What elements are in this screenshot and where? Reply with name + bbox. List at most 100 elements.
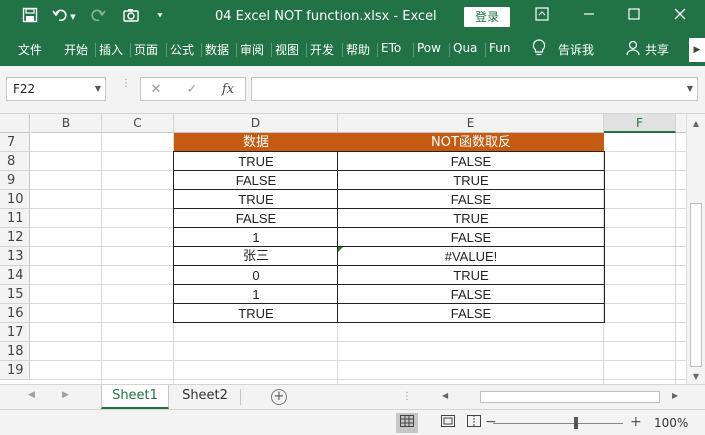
zoom-slider-track[interactable] — [493, 423, 623, 424]
tab-view[interactable]: 视图 — [275, 41, 299, 58]
cell-d7-header[interactable]: 数据 — [174, 133, 338, 152]
sheet-tab-sheet2[interactable]: Sheet2 — [171, 385, 239, 409]
tab-etool[interactable]: ETo — [381, 41, 411, 55]
horizontal-scrollbar[interactable]: ◀ ▶ — [410, 390, 685, 405]
row-header-18[interactable]: 18 — [0, 342, 30, 361]
cell-d8[interactable]: TRUE — [174, 152, 338, 171]
insert-function-icon[interactable]: fx — [217, 80, 239, 100]
formula-bar-grip-icon[interactable]: ⋮ — [121, 79, 131, 97]
column-header-g[interactable] — [676, 114, 686, 133]
zoom-slider-thumb[interactable] — [574, 417, 578, 429]
tab-help[interactable]: 帮助 — [346, 41, 370, 58]
cell-d9[interactable]: FALSE — [174, 171, 338, 190]
expand-formula-bar-icon[interactable]: ▼ — [687, 84, 693, 93]
scroll-left-icon[interactable]: ◀ — [442, 391, 448, 400]
minimize-icon[interactable] — [579, 7, 599, 27]
column-header-d[interactable]: D — [174, 114, 338, 133]
camera-icon[interactable] — [121, 7, 141, 27]
cell-e9[interactable]: TRUE — [338, 171, 604, 190]
row-header-11[interactable]: 11 — [0, 209, 30, 228]
cell-e11[interactable]: TRUE — [338, 209, 604, 228]
name-box[interactable]: F22 ▼ — [6, 77, 106, 101]
zoom-in-icon[interactable]: + — [630, 414, 642, 430]
row-header-9[interactable]: 9 — [0, 171, 30, 190]
maximize-icon[interactable] — [624, 7, 644, 27]
prev-sheet-icon[interactable]: ◀ — [28, 390, 35, 400]
column-header-c[interactable]: C — [102, 114, 174, 133]
tab-insert[interactable]: 插入 — [99, 41, 123, 58]
select-all-corner[interactable] — [0, 114, 30, 133]
cancel-icon[interactable]: ✕ — [145, 80, 167, 100]
cell-e13[interactable]: #VALUE! — [338, 247, 604, 266]
cell-e15[interactable]: FALSE — [338, 285, 604, 304]
page-break-view-icon[interactable] — [463, 413, 485, 433]
undo-dropdown-icon[interactable]: ▼ — [68, 7, 78, 27]
lightbulb-icon[interactable] — [532, 39, 546, 60]
customize-toolbar-icon[interactable]: ⯆ — [150, 7, 170, 27]
column-header-f[interactable]: F — [604, 114, 676, 133]
scroll-right-icon[interactable]: ▶ — [672, 391, 678, 400]
page-layout-view-icon[interactable] — [437, 413, 459, 433]
ribbon-scroll-right-icon[interactable]: ▶ — [689, 38, 705, 62]
row-header-12[interactable]: 12 — [0, 228, 30, 247]
cell-e8[interactable]: FALSE — [338, 152, 604, 171]
row-header-8[interactable]: 8 — [0, 152, 30, 171]
tab-quant[interactable]: Qua — [453, 41, 483, 55]
close-icon[interactable] — [670, 7, 690, 27]
tab-page-layout[interactable]: 页面 — [134, 41, 164, 58]
ribbon-display-options-icon[interactable] — [532, 7, 552, 27]
row-header-10[interactable]: 10 — [0, 190, 30, 209]
cell-e16[interactable]: FALSE — [338, 304, 604, 323]
cell-e10[interactable]: FALSE — [338, 190, 604, 209]
zoom-level[interactable]: 100% — [654, 416, 688, 430]
tell-me-search[interactable]: 告诉我 — [558, 41, 594, 58]
cell-d15[interactable]: 1 — [174, 285, 338, 304]
formula-input[interactable]: ▼ — [251, 77, 698, 101]
vertical-scroll-thumb[interactable] — [690, 203, 702, 367]
row-header-7[interactable]: 7 — [0, 133, 30, 152]
row-header-19[interactable]: 19 — [0, 361, 30, 380]
add-sheet-icon[interactable]: + — [271, 389, 287, 405]
row-header-16[interactable]: 16 — [0, 304, 30, 323]
tab-data[interactable]: 数据 — [205, 41, 229, 58]
save-icon[interactable] — [20, 7, 40, 27]
column-header-e[interactable]: E — [338, 114, 604, 133]
chevron-down-icon[interactable]: ▼ — [95, 78, 101, 100]
tab-power[interactable]: Pow — [417, 41, 447, 55]
scroll-up-icon[interactable]: ▲ — [688, 117, 704, 131]
cell-d10[interactable]: TRUE — [174, 190, 338, 209]
cell-d13[interactable]: 张三 — [174, 247, 338, 266]
sheet-tab-sheet1[interactable]: Sheet1 — [101, 385, 169, 409]
row-header-13[interactable]: 13 — [0, 247, 30, 266]
cell-d16[interactable]: TRUE — [174, 304, 338, 323]
tab-review[interactable]: 审阅 — [240, 41, 264, 58]
vertical-scrollbar[interactable]: ▲ ▼ — [686, 114, 705, 384]
row-header-14[interactable]: 14 — [0, 266, 30, 285]
scroll-down-icon[interactable]: ▼ — [688, 370, 704, 384]
tab-file[interactable]: 文件 — [18, 41, 42, 58]
error-indicator-icon[interactable] — [338, 247, 343, 252]
tab-developer[interactable]: 开发 — [310, 41, 340, 58]
undo-icon[interactable] — [50, 7, 70, 27]
share-button[interactable]: 共享 — [645, 41, 669, 58]
row-header-15[interactable]: 15 — [0, 285, 30, 304]
zoom-out-icon[interactable]: − — [485, 414, 497, 430]
cell-e7-header[interactable]: NOT函数取反 — [338, 133, 604, 152]
normal-view-icon[interactable] — [396, 413, 418, 433]
horizontal-scroll-thumb[interactable] — [480, 391, 660, 403]
enter-icon[interactable]: ✓ — [181, 80, 203, 100]
row-header-17[interactable]: 17 — [0, 323, 30, 342]
next-sheet-icon[interactable]: ▶ — [62, 390, 69, 400]
redo-icon[interactable] — [88, 7, 108, 27]
tab-funfun[interactable]: Fun — [489, 41, 519, 55]
column-header-b[interactable]: B — [31, 114, 102, 133]
cell-d12[interactable]: 1 — [174, 228, 338, 247]
tab-formulas[interactable]: 公式 — [170, 41, 194, 58]
cell-d14[interactable]: 0 — [174, 266, 338, 285]
tab-home[interactable]: 开始 — [64, 41, 88, 58]
cell-e14[interactable]: TRUE — [338, 266, 604, 285]
worksheet-grid[interactable]: B C D E F 7 8 9 10 11 12 13 14 15 16 17 … — [0, 114, 686, 384]
cell-e12[interactable]: FALSE — [338, 228, 604, 247]
login-button[interactable]: 登录 — [464, 7, 510, 27]
cell-d11[interactable]: FALSE — [174, 209, 338, 228]
